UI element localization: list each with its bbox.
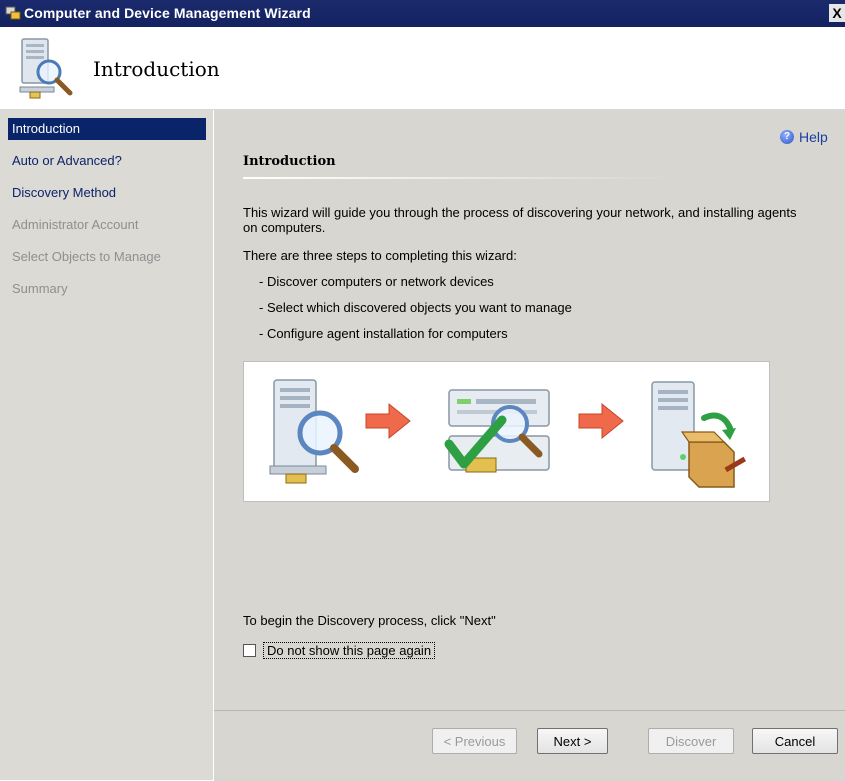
wizard-app-icon (5, 6, 21, 20)
steps-intro-text: There are three steps to completing this… (243, 248, 517, 263)
wizard-header: Introduction (0, 27, 845, 110)
dont-show-again-row[interactable]: Do not show this page again (243, 642, 436, 659)
help-icon: ? (780, 130, 794, 144)
close-button[interactable]: X (829, 4, 845, 22)
begin-instruction-text: To begin the Discovery process, click "N… (243, 613, 496, 628)
wizard-content: ? Help Introduction This wizard will gui… (214, 110, 845, 710)
sidebar-item-select-objects: Select Objects to Manage (12, 249, 161, 264)
dont-show-again-label[interactable]: Do not show this page again (263, 642, 436, 659)
page-title: Introduction (93, 57, 220, 81)
discover-button[interactable]: Discover (648, 728, 734, 754)
dont-show-again-checkbox[interactable] (243, 644, 256, 657)
step-3-text: - Configure agent installation for compu… (259, 326, 508, 341)
next-button[interactable]: Next > (537, 728, 608, 754)
wizard-footer: < Previous Next > Discover Cancel (214, 710, 845, 781)
computer-search-icon (19, 38, 73, 99)
wizard-sidebar: Introduction Auto or Advanced? Discovery… (0, 110, 213, 780)
sidebar-item-discovery-method[interactable]: Discovery Method (8, 182, 206, 204)
select-objects-icon (444, 389, 550, 473)
discover-computers-icon (269, 379, 359, 484)
arrow-right-icon (365, 402, 411, 440)
sidebar-item-summary: Summary (12, 281, 68, 296)
cancel-button[interactable]: Cancel (752, 728, 838, 754)
intro-text: This wizard will guide you through the p… (243, 205, 797, 235)
section-title: Introduction (243, 154, 336, 169)
help-label: Help (799, 129, 828, 145)
step-1-text: - Discover computers or network devices (259, 274, 494, 289)
sidebar-item-administrator-account: Administrator Account (12, 217, 139, 232)
wizard-steps-illustration (243, 361, 770, 502)
step-2-text: - Select which discovered objects you wa… (259, 300, 572, 315)
install-agent-icon (651, 381, 747, 488)
sidebar-item-introduction[interactable]: Introduction (8, 118, 206, 140)
previous-button[interactable]: < Previous (432, 728, 517, 754)
help-link[interactable]: ? Help (780, 129, 828, 145)
window-title: Computer and Device Management Wizard (24, 5, 311, 21)
arrow-right-icon (578, 402, 624, 440)
section-divider (243, 177, 673, 179)
window-titlebar: Computer and Device Management Wizard X (0, 0, 845, 27)
sidebar-item-auto-or-advanced[interactable]: Auto or Advanced? (8, 150, 206, 172)
